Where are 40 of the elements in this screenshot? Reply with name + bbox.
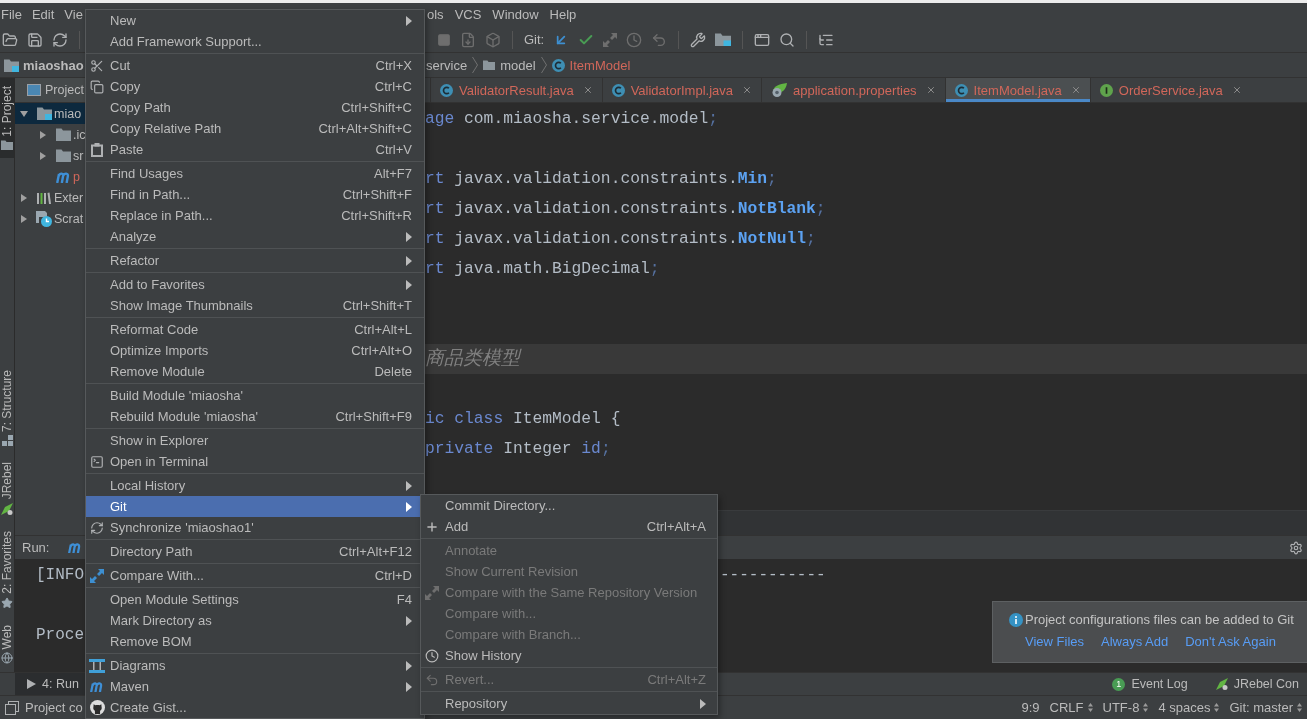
shortcut-label: Ctrl+X — [375, 58, 412, 73]
shortcut-label: Ctrl+Alt+Z — [647, 672, 706, 687]
code-line: private Integer id; — [425, 438, 611, 460]
shortcut-label: Ctrl+Alt+L — [354, 322, 412, 337]
console-text: ----------- — [719, 565, 826, 585]
console-text: Proce — [36, 625, 84, 645]
shortcut-label: Ctrl+Shift+F9 — [335, 409, 412, 424]
shortcut-label: Ctrl+Alt+F12 — [339, 544, 412, 559]
code-line: rt javax.validation.constraints.NotBlank; — [425, 198, 826, 220]
tree-item-label: Scrat — [54, 211, 84, 226]
tree-item-label: p — [73, 169, 80, 184]
code-line: age com.miaosha.service.model; — [425, 108, 719, 130]
notification-message: Project configurations files can be added to Git — [1025, 612, 1294, 627]
tree-item-label: sr — [73, 148, 84, 163]
shortcut-label: F4 — [396, 592, 412, 607]
code-line: rt javax.validation.constraints.Min; — [425, 168, 777, 190]
shortcut-label: Ctrl+Shift+C — [341, 100, 412, 115]
shortcut-label: Ctrl+C — [374, 79, 412, 94]
code-line: rt java.math.BigDecimal; — [425, 258, 660, 280]
shortcut-label: Ctrl+Shift+F — [342, 187, 412, 202]
shortcut-label: Ctrl+V — [375, 142, 412, 157]
shortcut-label: Ctrl+Alt+Shift+C — [318, 121, 412, 136]
shortcut-label: Delete — [374, 364, 412, 379]
status-message: Project co — [25, 700, 83, 715]
shortcut-label: Ctrl+Shift+R — [341, 208, 412, 223]
vcs-label: Git: — [524, 32, 545, 47]
code-line: rt javax.validation.constraints.NotNull; — [425, 228, 816, 250]
shortcut-label: Ctrl+Alt+O — [351, 343, 412, 358]
shortcut-label: Ctrl+Alt+A — [646, 519, 706, 534]
code-line: ic class ItemModel { — [425, 408, 621, 430]
code-comment: 商品类模型 — [425, 347, 520, 371]
console-text: [INFO — [36, 565, 84, 585]
shortcut-label: Alt+F7 — [374, 166, 412, 181]
tree-item-label: miao — [54, 106, 82, 121]
shortcut-label: Ctrl+Shift+T — [342, 298, 412, 313]
tree-item-label: .ic — [73, 127, 86, 142]
tree-item-label: Exter — [54, 190, 84, 205]
run-title: Run: — [22, 540, 50, 555]
shortcut-label: Ctrl+D — [374, 568, 412, 583]
count-badge: 1 — [1112, 677, 1126, 691]
